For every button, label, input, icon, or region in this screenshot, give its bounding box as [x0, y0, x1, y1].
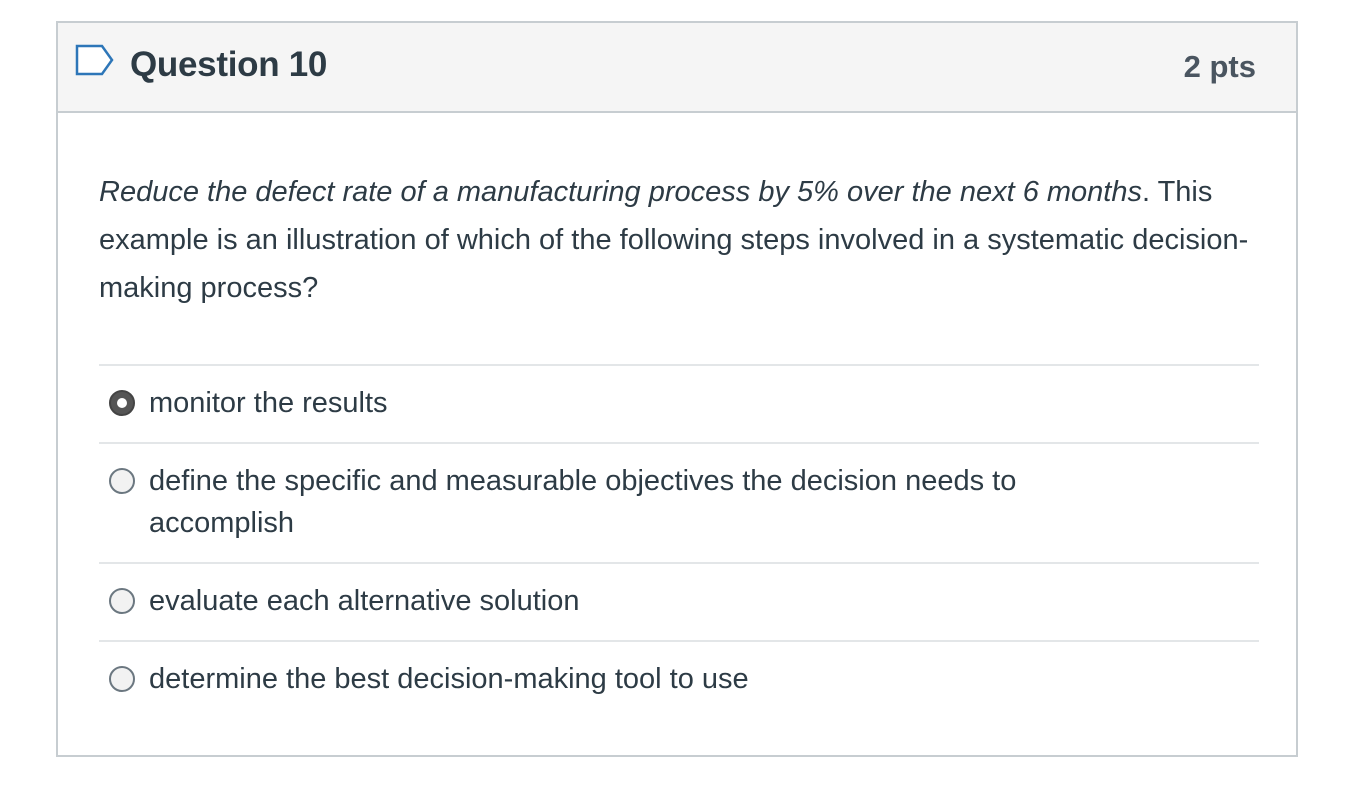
- answer-list: monitor the results define the specific …: [99, 364, 1259, 718]
- question-header: Question 10 2 pts: [58, 23, 1296, 113]
- radio-button[interactable]: [109, 666, 135, 692]
- radio-button-selected[interactable]: [109, 390, 135, 416]
- question-points: 2 pts: [1183, 49, 1256, 84]
- answer-label: monitor the results: [149, 387, 388, 419]
- question-title: Question 10: [130, 45, 328, 84]
- radio-button[interactable]: [109, 468, 135, 494]
- question-text-italic: Reduce the defect rate of a manufacturin…: [99, 176, 1142, 208]
- answer-label: evaluate each alternative solution: [149, 585, 580, 617]
- answer-option[interactable]: monitor the results: [99, 364, 1259, 442]
- question-body: Reduce the defect rate of a manufacturin…: [99, 168, 1259, 312]
- answer-label: define the specific and measurable objec…: [149, 465, 1017, 539]
- radio-button[interactable]: [109, 588, 135, 614]
- answer-option[interactable]: determine the best decision-making tool …: [99, 640, 1259, 718]
- answer-label: determine the best decision-making tool …: [149, 663, 749, 695]
- flag-outline-icon[interactable]: [74, 43, 116, 77]
- answer-option[interactable]: evaluate each alternative solution: [99, 562, 1259, 640]
- answer-option[interactable]: define the specific and measurable objec…: [99, 442, 1259, 562]
- question-card: Question 10 2 pts Reduce the defect rate…: [56, 21, 1298, 757]
- question-text: Reduce the defect rate of a manufacturin…: [99, 168, 1259, 312]
